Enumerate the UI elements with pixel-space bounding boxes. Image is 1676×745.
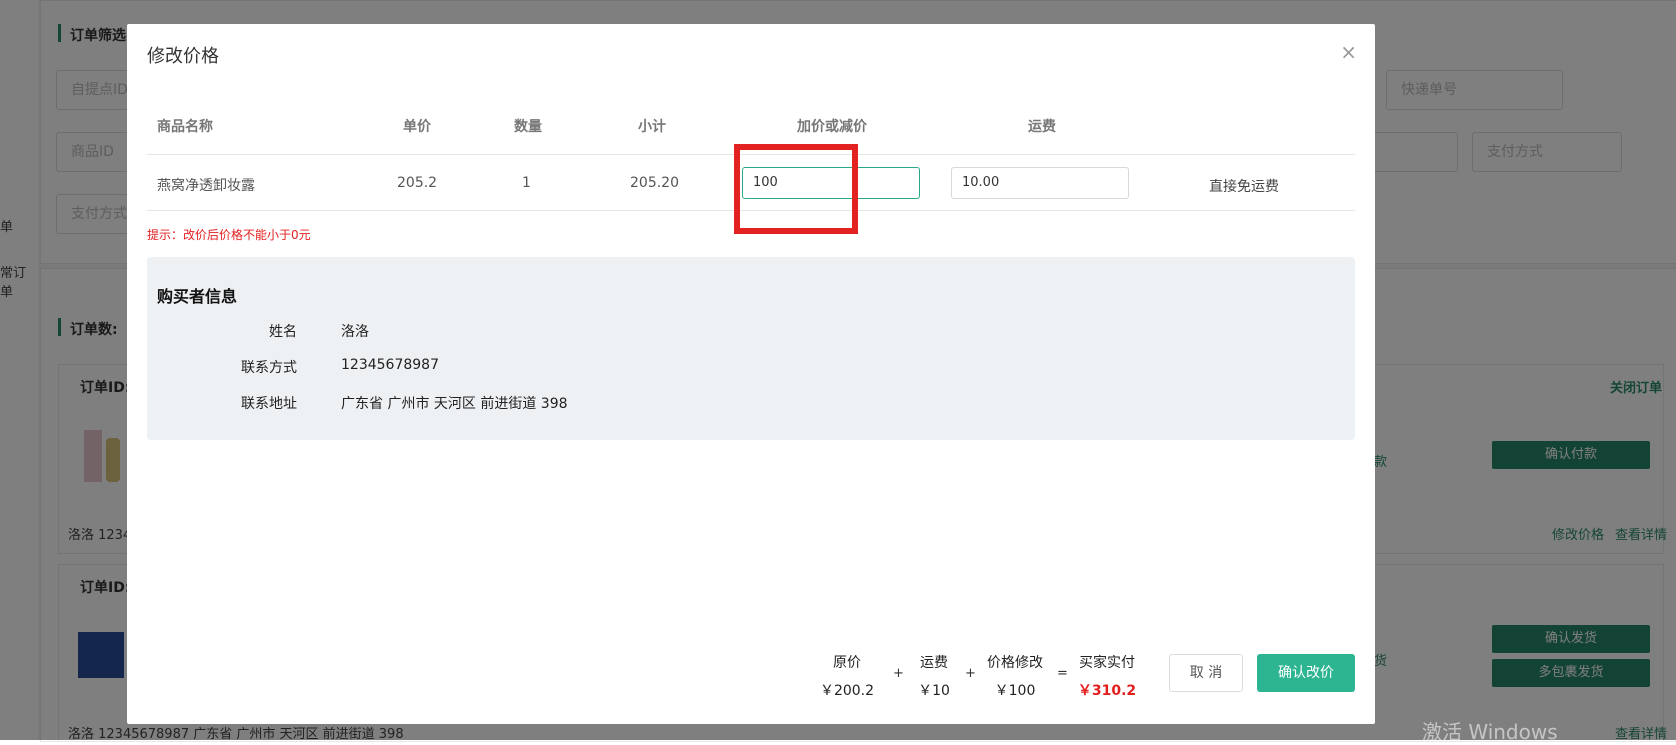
header-adjustment: 加价或减价: [797, 119, 867, 135]
header-product-name: 商品名称: [157, 119, 213, 135]
free-shipping-link[interactable]: 直接免运费: [1209, 176, 1279, 196]
quantity-cell: 1: [522, 175, 531, 191]
subtotal-cell: 205.20: [630, 175, 679, 191]
product-name-cell: 燕窝净透卸妆露: [157, 178, 255, 194]
shipping-fee-input[interactable]: 10.00: [951, 167, 1129, 199]
dialog-title: 修改价格: [147, 46, 219, 67]
buyer-paid-value: ￥310.2: [1077, 683, 1137, 699]
confirm-price-button[interactable]: 确认改价: [1257, 654, 1355, 692]
price-modify-label: 价格修改: [987, 655, 1043, 671]
buyer-info-title: 购买者信息: [157, 287, 238, 306]
header-subtotal: 小计: [638, 119, 666, 135]
original-price-label: 原价: [833, 655, 861, 671]
annotation-highlight-box: [734, 144, 858, 234]
close-icon[interactable]: ×: [1340, 40, 1357, 64]
header-shipping: 运费: [1028, 119, 1056, 135]
windows-activation-watermark: 激活 Windows: [1422, 720, 1558, 744]
plus-sign-1: +: [893, 666, 904, 681]
cancel-button[interactable]: 取 消: [1169, 654, 1243, 692]
buyer-paid-label: 买家实付: [1079, 655, 1135, 671]
price-modify-value: ￥100: [994, 683, 1036, 699]
unit-price-cell: 205.2: [397, 175, 438, 191]
plus-sign-2: +: [965, 666, 976, 681]
buyer-name-value: 洛洛: [341, 324, 369, 340]
buyer-info-panel: 购买者信息 姓名 洛洛 联系方式 12345678987 联系地址 广东省 广州…: [147, 257, 1355, 440]
buyer-contact-value: 12345678987: [341, 357, 439, 373]
equals-sign: =: [1057, 666, 1068, 681]
buyer-address-label: 联系地址: [241, 396, 297, 412]
buyer-name-label: 姓名: [269, 324, 297, 340]
original-price-value: ￥200.2: [819, 683, 875, 699]
buyer-contact-label: 联系方式: [241, 360, 297, 376]
header-quantity: 数量: [514, 119, 542, 135]
header-unit-price: 单价: [403, 119, 431, 135]
price-tip: 提示：改价后价格不能小于0元: [147, 228, 311, 242]
buyer-address-value: 广东省 广州市 天河区 前进街道 398: [341, 396, 568, 412]
shipping-value: ￥10: [918, 683, 950, 699]
modify-price-dialog: 修改价格 × 商品名称 单价 数量 小计 加价或减价 运费 燕窝净透卸妆露 20…: [127, 24, 1375, 724]
shipping-label: 运费: [920, 655, 948, 671]
